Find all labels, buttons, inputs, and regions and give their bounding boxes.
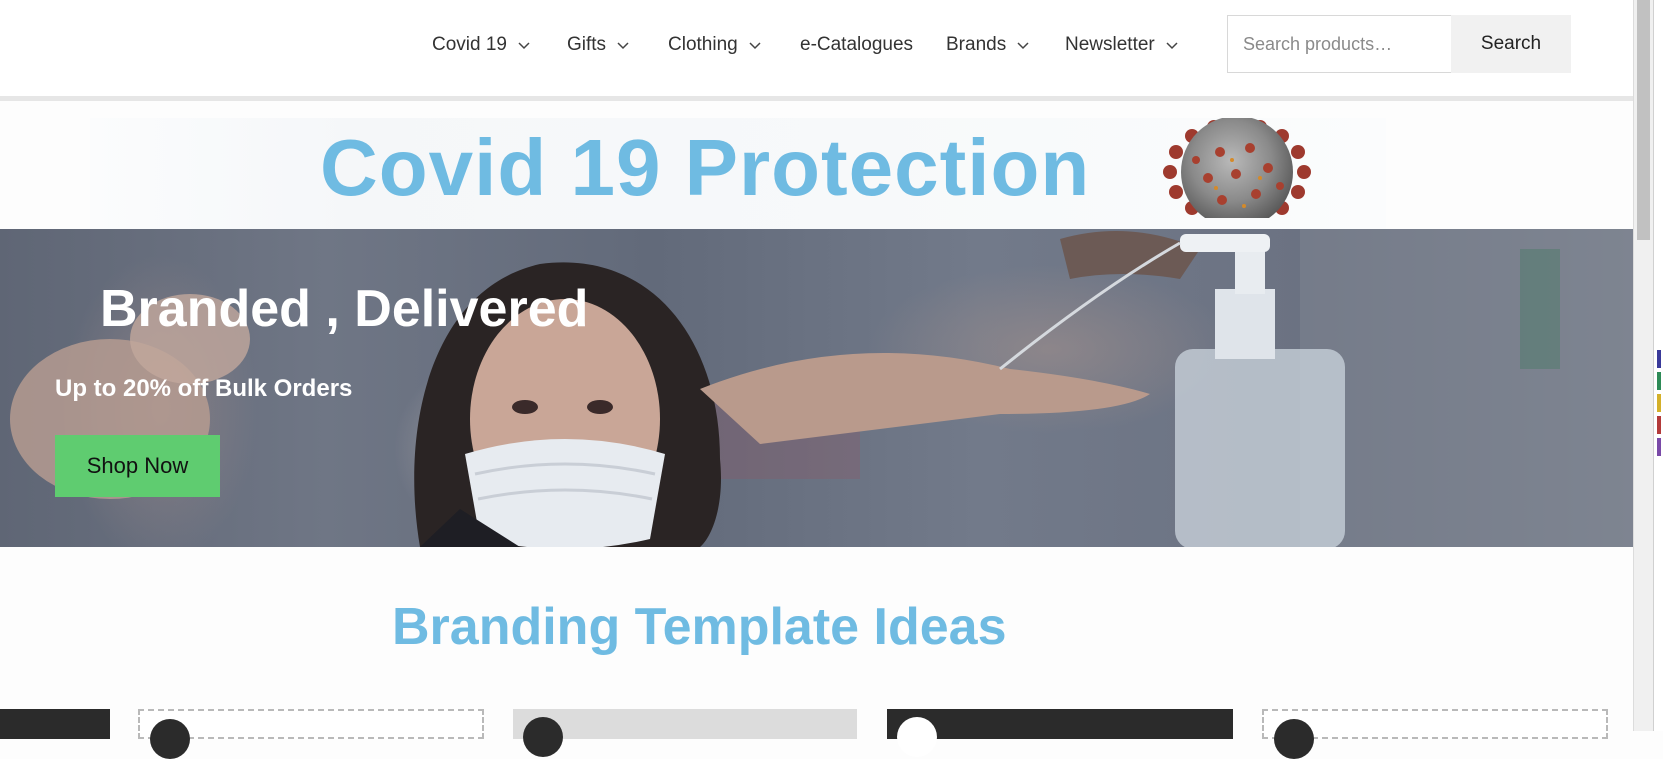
nav-item-label: Newsletter (1065, 34, 1155, 55)
scrollbar-thumb[interactable] (1637, 0, 1650, 240)
search-button[interactable]: Search (1451, 15, 1571, 73)
nav-item-label: Clothing (668, 34, 738, 55)
nav-item-e-catalogues[interactable]: e-Catalogues (800, 30, 913, 60)
card-icon (1274, 719, 1314, 759)
template-card[interactable] (887, 709, 1233, 757)
chevron-down-icon (1166, 42, 1178, 50)
card-icon (150, 719, 190, 759)
section-title: Branding Template Ideas (392, 598, 1007, 656)
chevron-down-icon (749, 42, 761, 50)
nav-item-label: Covid 19 (432, 34, 507, 55)
edge-color-mark (1657, 350, 1661, 368)
template-card[interactable] (138, 709, 484, 759)
nav-item-brands[interactable]: Brands (946, 30, 1030, 60)
card-icon (897, 717, 937, 757)
vertical-scrollbar[interactable] (1633, 0, 1653, 731)
nav-item-covid-19[interactable]: Covid 19 (432, 30, 531, 60)
template-card[interactable] (513, 709, 857, 757)
nav-item-label: e-Catalogues (800, 34, 914, 55)
coronavirus-icon (1163, 118, 1311, 218)
hero-banner: Branded , Delivered Up to 20% off Bulk O… (0, 229, 1633, 547)
edge-color-mark (1657, 416, 1661, 434)
chevron-down-icon (1017, 42, 1029, 50)
template-card[interactable] (0, 709, 110, 739)
nav-item-newsletter[interactable]: Newsletter (1065, 30, 1179, 60)
nav-item-clothing[interactable]: Clothing (668, 30, 762, 60)
site-header: Covid 19 Gifts Clothing e-Catalogues Bra… (0, 0, 1633, 101)
search-input[interactable] (1227, 15, 1451, 73)
hero-subheading: Up to 20% off Bulk Orders (55, 375, 353, 402)
nav-item-label: Gifts (567, 34, 607, 55)
card-icon (523, 717, 563, 757)
covid-banner-title[interactable]: Covid 19 Protection (320, 119, 1090, 217)
chevron-down-icon (617, 42, 629, 50)
hero-heading: Branded , Delivered (100, 280, 589, 338)
edge-color-mark (1657, 438, 1661, 456)
nav-item-gifts[interactable]: Gifts (567, 30, 630, 60)
template-card[interactable] (1262, 709, 1608, 759)
chevron-down-icon (518, 42, 530, 50)
nav-item-label: Brands (946, 34, 1007, 55)
edge-color-mark (1657, 394, 1661, 412)
shop-now-button[interactable]: Shop Now (55, 435, 220, 497)
edge-color-mark (1657, 372, 1661, 390)
